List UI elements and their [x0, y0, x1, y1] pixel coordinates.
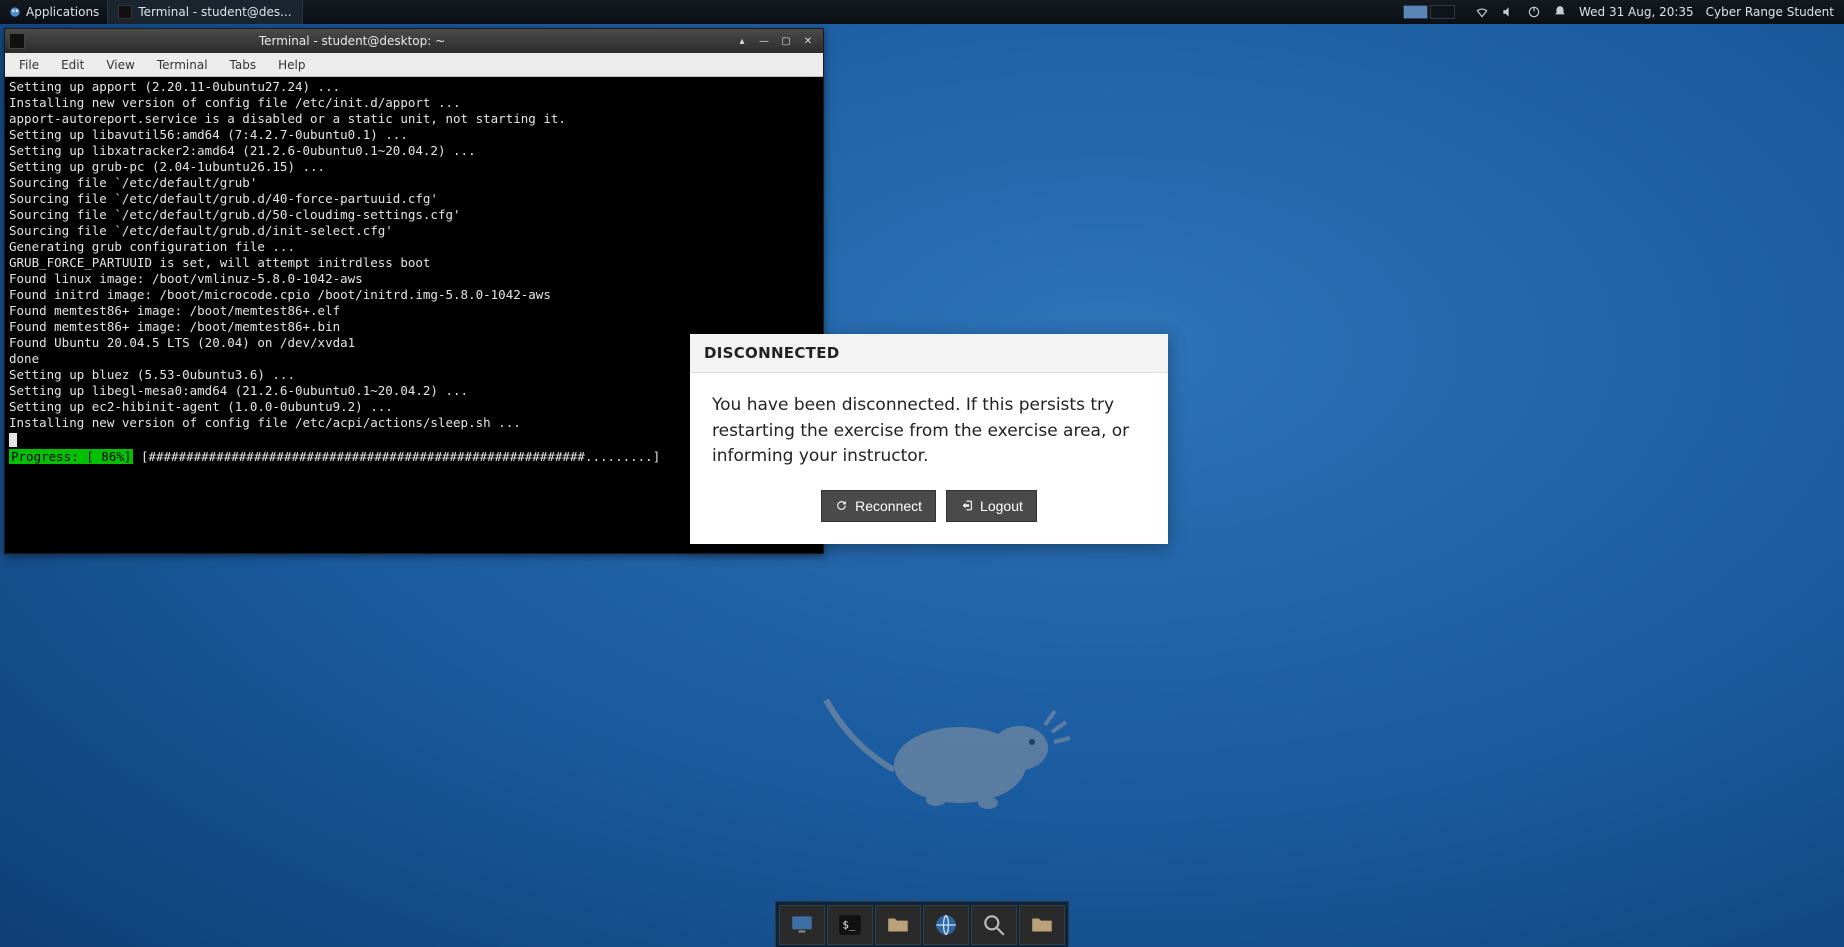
logout-button[interactable]: Logout	[946, 490, 1037, 522]
reconnect-label: Reconnect	[855, 498, 922, 514]
search-icon	[981, 912, 1007, 938]
menu-edit[interactable]: Edit	[51, 56, 94, 74]
menu-file[interactable]: File	[9, 56, 49, 74]
volume-icon[interactable]	[1501, 5, 1515, 19]
clock[interactable]: Wed 31 Aug, 20:35	[1579, 5, 1694, 19]
dock-home[interactable]	[1019, 905, 1065, 945]
disconnected-dialog: DISCONNECTED You have been disconnected.…	[690, 334, 1168, 544]
workspace-2[interactable]	[1430, 5, 1455, 19]
terminal-app-icon	[9, 33, 25, 49]
xfce-mouse-icon	[8, 5, 22, 19]
globe-icon	[933, 912, 959, 938]
maximize-button[interactable]: ▢	[777, 33, 795, 49]
terminal-icon: $_	[837, 912, 863, 938]
applications-label: Applications	[26, 5, 99, 19]
power-icon[interactable]	[1527, 5, 1541, 19]
notification-bell-icon[interactable]	[1553, 5, 1567, 19]
minimize-button[interactable]: —	[755, 33, 773, 49]
menu-terminal[interactable]: Terminal	[147, 56, 218, 74]
logout-icon	[960, 499, 973, 512]
window-title: Terminal - student@desktop: ~	[31, 34, 733, 48]
taskbar-item-terminal[interactable]: Terminal - student@des...	[108, 0, 302, 24]
dialog-title: DISCONNECTED	[690, 334, 1168, 373]
desktop-icon	[789, 912, 815, 938]
applications-menu[interactable]: Applications	[0, 0, 108, 24]
system-tray: Wed 31 Aug, 20:35 Cyber Range Student	[1465, 5, 1844, 19]
menu-help[interactable]: Help	[268, 56, 315, 74]
refresh-icon	[835, 499, 848, 512]
user-menu[interactable]: Cyber Range Student	[1706, 5, 1834, 19]
menubar: File Edit View Terminal Tabs Help	[5, 53, 823, 77]
taskbar-item-label: Terminal - student@des...	[138, 5, 291, 19]
menu-tabs[interactable]: Tabs	[220, 56, 267, 74]
workspace-1[interactable]	[1403, 5, 1428, 19]
logout-label: Logout	[980, 498, 1023, 514]
titlebar[interactable]: Terminal - student@desktop: ~ ▴ — ▢ ✕	[5, 29, 823, 53]
workspace-switcher[interactable]	[1403, 5, 1455, 19]
dialog-message: You have been disconnected. If this pers…	[690, 373, 1168, 490]
top-panel: Applications Terminal - student@des... W…	[0, 0, 1844, 24]
folder-icon	[885, 912, 911, 938]
svg-text:$_: $_	[842, 918, 856, 931]
wifi-icon[interactable]	[1475, 5, 1489, 19]
rollup-button[interactable]: ▴	[733, 33, 751, 49]
desktop-mascot	[820, 670, 1080, 834]
dock: $_	[775, 901, 1069, 947]
dock-web-browser[interactable]	[923, 905, 969, 945]
menu-view[interactable]: View	[96, 56, 144, 74]
folder-icon	[1029, 912, 1055, 938]
close-button[interactable]: ✕	[799, 33, 817, 49]
dock-terminal[interactable]: $_	[827, 905, 873, 945]
dock-show-desktop[interactable]	[779, 905, 825, 945]
dock-search[interactable]	[971, 905, 1017, 945]
dock-file-manager[interactable]	[875, 905, 921, 945]
terminal-icon	[118, 5, 132, 19]
reconnect-button[interactable]: Reconnect	[821, 490, 936, 522]
